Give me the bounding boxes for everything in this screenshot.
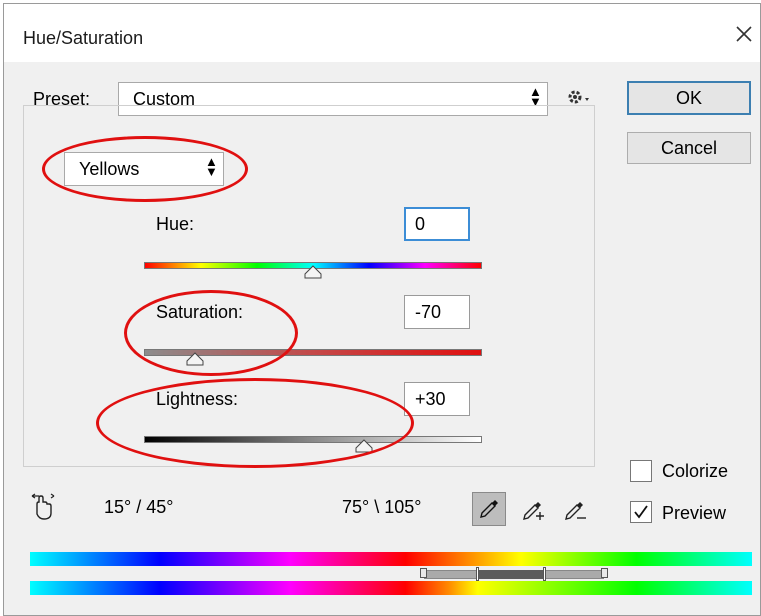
eyedropper-icon[interactable]	[472, 492, 506, 526]
colorize-checkbox[interactable]	[630, 460, 652, 482]
range-right-values: 75° \ 105°	[342, 497, 422, 517]
lightness-slider-track[interactable]	[144, 436, 482, 443]
result-color-bar	[30, 581, 752, 595]
eyedropper-plus-icon[interactable]	[520, 494, 550, 524]
hue-label: Hue:	[156, 214, 195, 234]
close-icon[interactable]	[728, 18, 760, 50]
colorize-label: Colorize	[662, 461, 729, 481]
eyedropper-minus-icon[interactable]	[562, 494, 592, 524]
range-outer-left-handle[interactable]	[420, 568, 427, 578]
ok-button[interactable]: OK	[627, 81, 751, 115]
cancel-button[interactable]: Cancel	[627, 132, 751, 164]
source-color-bar	[30, 552, 752, 566]
range-inner-left-handle[interactable]	[476, 567, 479, 581]
lightness-slider-thumb[interactable]	[354, 439, 374, 453]
saturation-input[interactable]: -70	[404, 295, 470, 329]
window-title: Hue/Saturation	[23, 28, 144, 48]
title-bar: Hue/Saturation	[4, 4, 760, 62]
range-left-values: 15° / 45°	[104, 497, 174, 517]
channel-select[interactable]: Yellows ▲ ▼	[64, 152, 224, 186]
range-core-band	[478, 570, 544, 579]
select-arrows-icon: ▲ ▼	[529, 84, 542, 109]
lightness-label: Lightness:	[156, 389, 239, 409]
eyedropper-glyph	[480, 500, 498, 518]
checkmark-icon	[634, 505, 648, 519]
lightness-input[interactable]: +30	[404, 382, 470, 416]
range-outer-right-handle[interactable]	[601, 568, 608, 578]
hue-slider-thumb[interactable]	[303, 265, 323, 279]
saturation-label: Saturation:	[156, 302, 244, 322]
select-arrows-icon: ▲ ▼	[205, 154, 218, 179]
preview-checkbox[interactable]	[630, 501, 652, 523]
saturation-slider-thumb[interactable]	[185, 352, 205, 366]
range-adjust-slider[interactable]	[416, 567, 612, 581]
range-inner-right-handle[interactable]	[543, 567, 546, 581]
preview-label: Preview	[662, 503, 727, 523]
hue-input[interactable]: 0	[404, 207, 470, 241]
channel-value: Yellows	[79, 159, 140, 179]
hand-adjust-icon[interactable]	[28, 492, 58, 522]
